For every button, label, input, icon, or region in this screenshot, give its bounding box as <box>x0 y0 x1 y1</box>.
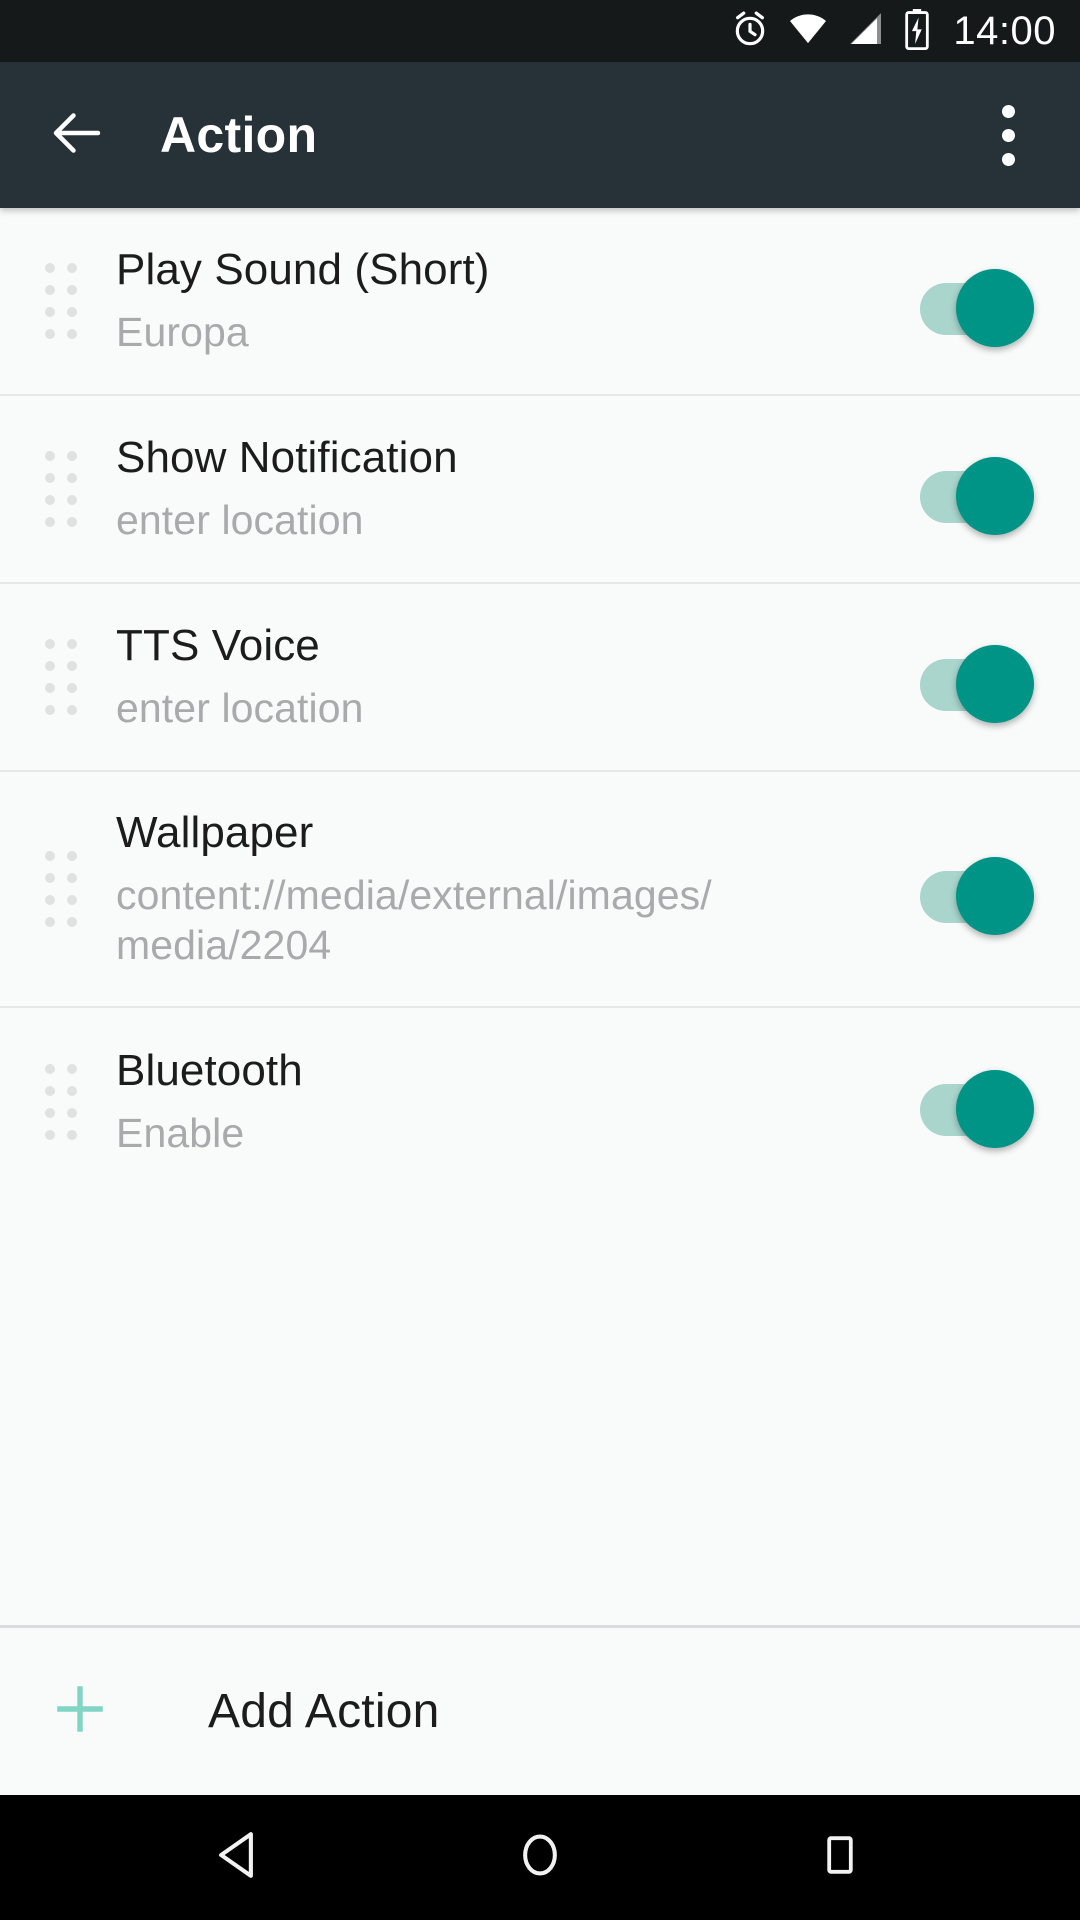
nav-back-button[interactable] <box>170 1795 310 1920</box>
arrow-left-icon <box>49 105 105 166</box>
action-title: TTS Voice <box>116 620 320 670</box>
phone-screen: 14:00 Action Play Sound (Short) Europa S… <box>0 0 1080 1920</box>
app-bar: Action <box>0 62 1080 208</box>
table-row[interactable]: Play Sound (Short) Europa <box>0 208 1080 396</box>
action-subtitle: enter location <box>116 685 364 732</box>
action-title: Bluetooth <box>116 1045 303 1095</box>
row-text: Show Notification enter location <box>116 433 914 545</box>
action-toggle[interactable] <box>914 853 1042 935</box>
more-vertical-icon-dot <box>1001 152 1015 166</box>
more-vertical-icon-dot <box>1001 128 1015 142</box>
back-button[interactable] <box>42 100 112 170</box>
alarm-icon <box>730 9 770 54</box>
table-row[interactable]: TTS Voice enter location <box>0 584 1080 772</box>
drag-handle-icon[interactable] <box>0 1064 116 1140</box>
drag-handle-icon[interactable] <box>0 850 116 927</box>
page-title: Action <box>160 107 318 163</box>
row-text: TTS Voice enter location <box>116 621 914 733</box>
action-toggle[interactable] <box>914 265 1042 347</box>
more-vertical-icon-dot <box>1001 104 1015 118</box>
drag-handle-icon[interactable] <box>0 263 116 339</box>
action-subtitle: Europa <box>116 309 249 356</box>
toggle-thumb <box>956 269 1034 347</box>
toggle-thumb <box>956 856 1034 935</box>
wifi-icon <box>787 9 829 54</box>
add-action-button[interactable]: Add Action <box>0 1625 1080 1795</box>
row-text: Wallpaper content://media/external/image… <box>116 808 914 970</box>
action-title: Play Sound (Short) <box>116 244 490 294</box>
action-toggle[interactable] <box>914 453 1042 535</box>
status-bar: 14:00 <box>0 0 1080 62</box>
action-list: Play Sound (Short) Europa Show Notificat… <box>0 208 1080 1625</box>
table-row[interactable]: Bluetooth Enable <box>0 1008 1080 1196</box>
back-triangle-icon <box>211 1826 269 1889</box>
drag-handle-icon[interactable] <box>0 639 116 715</box>
table-row[interactable]: Show Notification enter location <box>0 396 1080 584</box>
action-toggle[interactable] <box>914 1066 1042 1148</box>
toggle-thumb <box>956 1070 1034 1148</box>
action-subtitle: enter location <box>116 497 364 544</box>
action-title: Wallpaper <box>116 807 314 857</box>
row-text: Play Sound (Short) Europa <box>116 245 914 357</box>
toggle-thumb <box>956 645 1034 723</box>
status-bar-icons <box>730 8 931 55</box>
row-text: Bluetooth Enable <box>116 1046 914 1158</box>
plus-icon <box>0 1678 160 1746</box>
action-subtitle: content://media/external/images/media/22… <box>116 872 712 969</box>
home-circle-icon <box>513 1828 567 1887</box>
battery-charging-icon <box>903 8 931 55</box>
toggle-thumb <box>956 457 1034 535</box>
action-toggle[interactable] <box>914 641 1042 723</box>
add-action-label: Add Action <box>208 1685 440 1738</box>
nav-home-button[interactable] <box>470 1795 610 1920</box>
nav-recents-button[interactable] <box>770 1795 910 1920</box>
system-navigation-bar <box>0 1795 1080 1920</box>
overflow-menu-button[interactable] <box>972 95 1044 175</box>
action-title: Show Notification <box>116 432 458 482</box>
recents-square-icon <box>816 1831 864 1884</box>
signal-icon <box>846 9 886 54</box>
status-bar-clock: 14:00 <box>953 9 1056 53</box>
action-subtitle: Enable <box>116 1110 245 1157</box>
table-row[interactable]: Wallpaper content://media/external/image… <box>0 772 1080 1008</box>
drag-handle-icon[interactable] <box>0 451 116 527</box>
